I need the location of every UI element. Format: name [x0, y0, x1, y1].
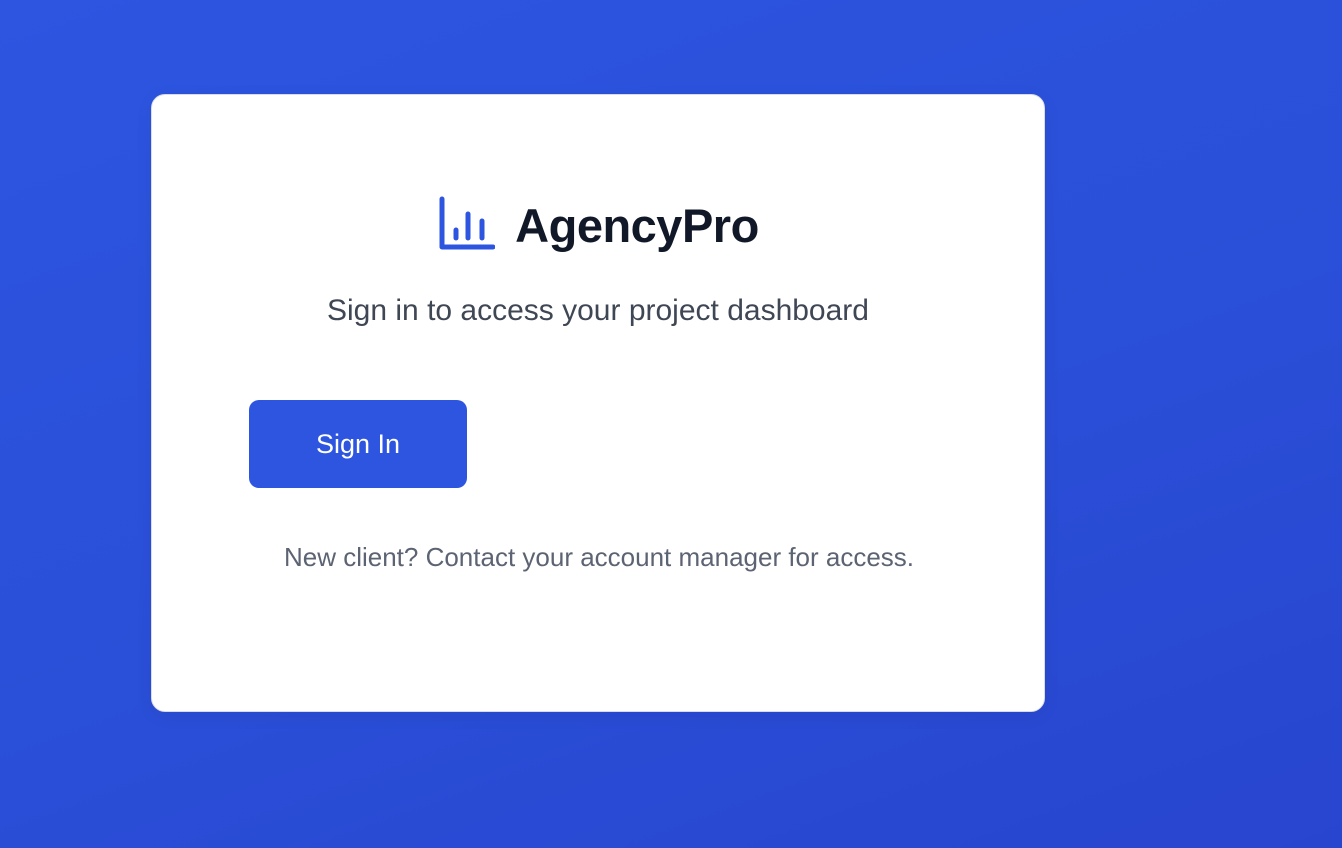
sign-in-button[interactable]: Sign In [249, 400, 467, 488]
login-card: AgencyPro Sign in to access your project… [151, 94, 1045, 712]
bar-chart-icon [437, 196, 496, 254]
brand-name: AgencyPro [515, 198, 759, 252]
login-subtitle: Sign in to access your project dashboard [327, 294, 869, 327]
new-client-note: New client? Contact your account manager… [283, 542, 915, 572]
brand-header: AgencyPro [152, 195, 1044, 255]
